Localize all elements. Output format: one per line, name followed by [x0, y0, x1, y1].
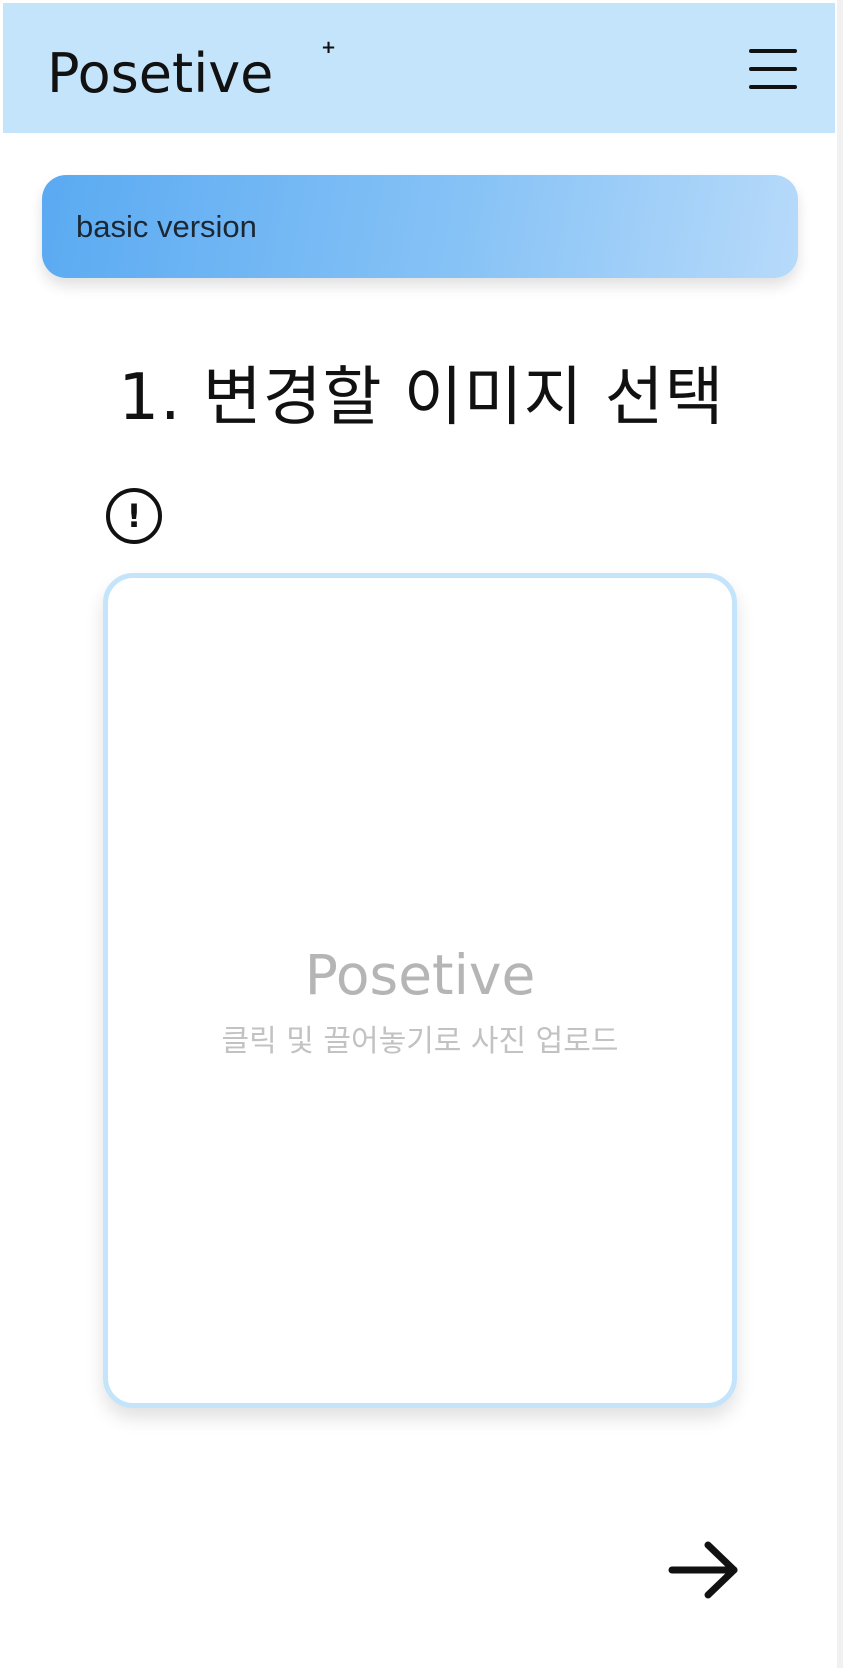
logo-plus-mark: +: [321, 37, 337, 58]
app-header: Posetive +: [3, 3, 835, 133]
logo-text: Posetive: [47, 41, 274, 105]
upload-hint-text: 클릭 및 끌어놓기로 사진 업로드: [221, 1024, 619, 1059]
page: Posetive + basic version 1. 변경할 이미지 선택 !…: [0, 0, 843, 1668]
arrow-right-icon[interactable]: [668, 1540, 742, 1600]
version-label: basic version: [76, 208, 257, 244]
upload-brand-text: Posetive: [304, 943, 536, 1007]
info-glyph: !: [126, 497, 142, 535]
step-title: 1. 변경할 이미지 선택: [118, 361, 725, 435]
version-badge: basic version: [42, 175, 798, 278]
logo[interactable]: Posetive +: [47, 33, 336, 113]
image-upload-dropzone[interactable]: Posetive 클릭 및 끌어놓기로 사진 업로드: [103, 573, 737, 1408]
hamburger-menu-icon[interactable]: [745, 45, 801, 93]
scrollbar-track: [837, 0, 843, 1668]
exclamation-circle-icon[interactable]: !: [106, 488, 162, 544]
arrow-right-icon-svg: [668, 1541, 738, 1599]
